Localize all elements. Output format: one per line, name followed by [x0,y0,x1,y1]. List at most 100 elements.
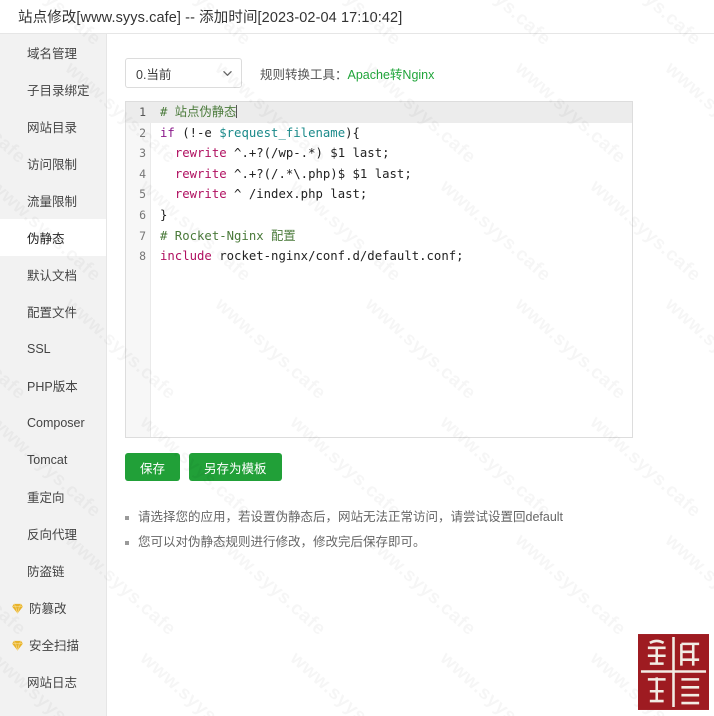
sidebar-item-5[interactable]: 流量限制 [0,182,106,219]
sidebar-item-label: 流量限制 [27,191,77,210]
code-token: } [160,208,167,222]
sidebar-item-label: 防篡改 [29,598,67,617]
page-root: 站点修改[www.syys.cafe] -- 添加时间[2023-02-04 1… [0,0,714,716]
sidebar-item-label: 默认文档 [27,265,77,284]
code-line[interactable]: 3 rewrite ^.+?(/wp-.*) $1 last; [126,143,632,164]
sidebar-item-8[interactable]: 配置文件 [0,293,106,330]
code-token: (!-e [175,126,219,140]
sidebar-item-label: 重定向 [27,487,65,506]
sidebar-item-3[interactable]: 网站目录 [0,108,106,145]
editor-code-area[interactable]: 1# 站点伪静态2if (!-e $request_filename){3 re… [126,102,632,267]
sidebar-item-12[interactable]: Tomcat [0,441,106,478]
sidebar-item-label: PHP版本 [27,376,78,395]
code-token: $request_filename [219,126,345,140]
code-line-text: if (!-e $request_filename){ [151,123,360,144]
code-line[interactable]: 1 # 站点伪静态 [126,102,632,123]
sidebar-item-label: 子目录绑定 [27,80,90,99]
bullet-icon [125,516,129,520]
sidebar-item-label: 域名管理 [27,43,77,62]
help-tip: 请选择您的应用，若设置伪静态后，网站无法正常访问，请尝试设置回default [125,505,563,530]
sidebar-item-14[interactable]: 反向代理 [0,515,106,552]
gem-icon [11,602,24,615]
code-line-text: rewrite ^ /index.php last; [151,184,367,205]
sidebar-item-13[interactable]: 重定向 [0,478,106,515]
help-tip: 您可以对伪静态规则进行修改，修改完后保存即可。 [125,530,563,555]
sidebar-item-label: 配置文件 [27,302,77,321]
line-number: 5 [126,184,151,205]
line-number: 6 [126,205,151,226]
sidebar: 域名管理子目录绑定网站目录访问限制流量限制伪静态默认文档配置文件 SSL PHP版本… [0,34,107,716]
code-line-text: include rocket-nginx/conf.d/default.conf… [151,246,464,267]
help-tip-text: 您可以对伪静态规则进行修改，修改完后保存即可。 [138,530,426,555]
gem-icon [11,639,24,652]
code-line[interactable]: 2if (!-e $request_filename){ [126,123,632,144]
code-line-text: # 站点伪静态 [151,102,237,123]
text-caret [236,105,237,118]
code-token: ^.+?(/wp-.*) $1 last; [227,146,390,160]
code-token: if [160,126,175,140]
save-as-template-button[interactable]: 另存为模板 [189,453,282,481]
red-seal-stamp [638,634,709,710]
sidebar-item-6[interactable]: 伪静态 [0,219,106,256]
code-token: rewrite [175,146,227,160]
code-token: rewrite [175,187,227,201]
sidebar-item-label: 伪静态 [27,228,65,247]
sidebar-item-18[interactable]: 网站日志 [0,663,106,700]
code-line[interactable]: 5 rewrite ^ /index.php last; [126,184,632,205]
code-token: # 站点伪静态 [160,105,236,119]
chevron-down-icon [223,69,232,78]
code-line[interactable]: 7 # Rocket-Nginx 配置 [126,226,632,247]
sidebar-item-label: Composer [27,416,85,430]
sidebar-item-11[interactable]: Composer [0,404,106,441]
rule-converter-label: 规则转换工具：Apache转Nginx [260,64,434,83]
editor-toolbar: 0.当前 规则转换工具：Apache转Nginx [125,58,434,88]
code-token: # Rocket-Nginx 配置 [160,229,296,243]
line-number: 4 [126,164,151,185]
line-number: 2 [126,123,151,144]
sidebar-item-9[interactable]: SSL [0,330,106,367]
sidebar-item-2[interactable]: 子目录绑定 [0,71,106,108]
code-token [160,146,175,160]
apache-to-nginx-link[interactable]: Apache转Nginx [348,68,435,82]
sidebar-item-7[interactable]: 默认文档 [0,256,106,293]
code-line-text: # Rocket-Nginx 配置 [151,226,296,247]
code-line[interactable]: 8include rocket-nginx/conf.d/default.con… [126,246,632,267]
sidebar-item-label: 网站目录 [27,117,77,136]
code-token: ^.+?(/.*\.php)$ $1 last; [227,167,412,181]
sidebar-item-label: 安全扫描 [29,635,79,654]
sidebar-item-4[interactable]: 访问限制 [0,145,106,182]
rewrite-rules-editor[interactable]: 1# 站点伪静态2if (!-e $request_filename){3 re… [125,101,633,438]
line-number: 7 [126,226,151,247]
sidebar-item-15[interactable]: 防盗链 [0,552,106,589]
sidebar-item-10[interactable]: PHP版本 [0,367,106,404]
code-token: rewrite [175,167,227,181]
sidebar-item-label: 网站日志 [27,672,77,691]
rule-converter-text: 规则转换工具： [260,68,348,82]
main-content: 0.当前 规则转换工具：Apache转Nginx 1# 站点伪静态2if (!-… [108,34,714,716]
sidebar-item-label: 防盗链 [27,561,65,580]
code-token: rocket-nginx/conf.d/default.conf; [212,249,464,263]
ruleset-select-value: 0.当前 [136,64,171,83]
sidebar-item-label: 反向代理 [27,524,77,543]
code-token [160,187,175,201]
code-line[interactable]: 6} [126,205,632,226]
sidebar-item-16[interactable]: 防篡改 [0,589,106,626]
code-line-text: rewrite ^.+?(/wp-.*) $1 last; [151,143,390,164]
save-button[interactable]: 保存 [125,453,180,481]
sidebar-item-label: 访问限制 [27,154,77,173]
code-line-text: } [151,205,167,226]
page-title: 站点修改[www.syys.cafe] -- 添加时间[2023-02-04 1… [0,6,402,27]
sidebar-item-17[interactable]: 安全扫描 [0,626,106,663]
line-number: 8 [126,246,151,267]
code-token: ^ /index.php last; [227,187,368,201]
ruleset-select[interactable]: 0.当前 [125,58,242,88]
line-number: 1 [126,102,151,123]
sidebar-item-1[interactable]: 域名管理 [0,34,106,71]
code-token: ){ [345,126,360,140]
editor-actions: 保存 另存为模板 [125,453,282,481]
code-line[interactable]: 4 rewrite ^.+?(/.*\.php)$ $1 last; [126,164,632,185]
code-line-text: rewrite ^.+?(/.*\.php)$ $1 last; [151,164,412,185]
help-tip-text: 请选择您的应用，若设置伪静态后，网站无法正常访问，请尝试设置回default [138,505,563,530]
sidebar-item-label: Tomcat [27,453,67,467]
code-token [160,167,175,181]
